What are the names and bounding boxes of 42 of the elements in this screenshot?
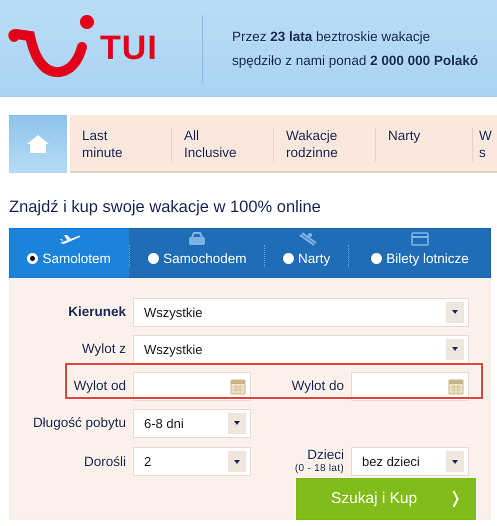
tagline-text: Przez 23 lata beztroskie wakacje: [232, 28, 432, 46]
field-label: Dorośli: [82, 454, 127, 469]
nav-link[interactable]: W s: [473, 127, 493, 162]
radio-button[interactable]: [27, 253, 38, 264]
home-icon: [26, 134, 50, 154]
calendar-icon: [448, 378, 464, 395]
card-icon: [408, 230, 431, 246]
radio-button[interactable]: [371, 253, 382, 264]
select-field[interactable]: 6-8 dni: [133, 408, 251, 438]
caret-icon: [446, 338, 464, 360]
field-label: Wylot od: [72, 379, 127, 394]
nav-link[interactable]: All Inclusive: [172, 127, 274, 162]
nav-link[interactable]: Wakacje rodzinne: [274, 127, 376, 162]
date-field[interactable]: [351, 372, 469, 401]
field-label: Wylot do: [290, 379, 345, 394]
transport-tab[interactable]: Samochodem: [130, 228, 264, 278]
chevron-icon: ❭: [449, 487, 462, 510]
nav-link[interactable]: Last minute: [70, 127, 172, 162]
tagline-text: spędziło z nami ponad 2 000 000 Polakó: [232, 52, 478, 70]
caret-icon: [446, 302, 464, 323]
field-label: Długość pobytu: [32, 416, 127, 430]
radio-button[interactable]: [283, 253, 294, 264]
transport-tab[interactable]: Narty: [265, 228, 348, 278]
field-label: Dzieci: [307, 446, 344, 462]
logo-text: TUI: [100, 28, 158, 69]
caret-icon: [446, 451, 464, 472]
select-field[interactable]: Wszystkie: [133, 298, 469, 327]
transport-tab[interactable]: Bilety lotnicze: [348, 228, 492, 278]
radio-button[interactable]: [148, 253, 160, 264]
nav-link[interactable]: Narty: [376, 127, 473, 162]
transport-tab[interactable]: Samolotem: [9, 228, 130, 278]
page-heading: Znajdź i kup swoje wakacje w 100% online: [9, 197, 322, 218]
calendar-icon: [230, 378, 246, 395]
select-field[interactable]: Wszystkie: [133, 334, 469, 364]
caret-icon: [228, 412, 246, 434]
caret-icon: [228, 451, 246, 472]
select-field[interactable]: 2: [133, 447, 251, 476]
field-sublabel: (0 - 18 lat): [294, 462, 344, 476]
field-label: Kierunek: [67, 305, 127, 320]
date-field[interactable]: [133, 372, 251, 401]
select-field[interactable]: bez dzieci: [351, 447, 469, 476]
field-label: Wylot z: [80, 342, 127, 356]
